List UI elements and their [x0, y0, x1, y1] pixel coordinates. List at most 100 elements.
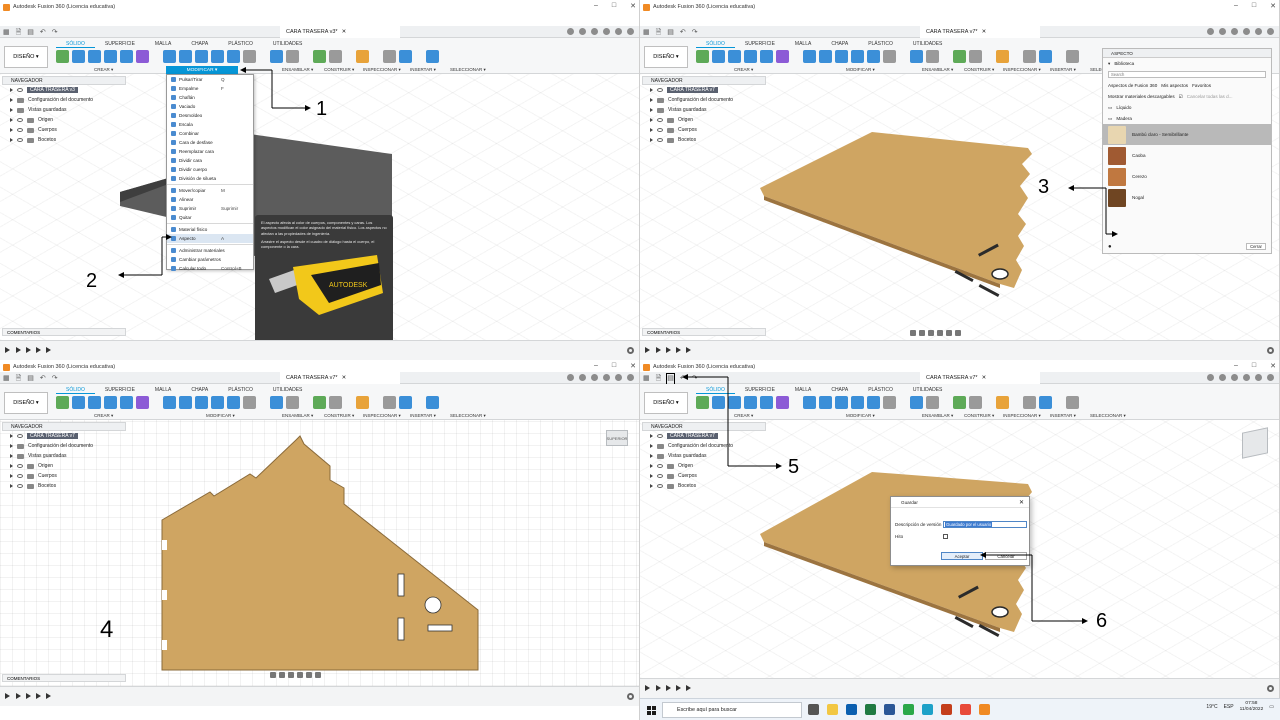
- user-avatar[interactable]: [1267, 28, 1274, 35]
- fit-icon[interactable]: [297, 672, 303, 678]
- info-icon[interactable]: ●: [1108, 244, 1112, 250]
- menu-item[interactable]: Escala: [167, 120, 253, 129]
- windows-start-icon[interactable]: [647, 706, 656, 715]
- plane-icon[interactable]: [329, 396, 342, 409]
- measure-icon[interactable]: [996, 396, 1009, 409]
- select-icon[interactable]: [426, 50, 439, 63]
- plane-icon[interactable]: [329, 50, 342, 63]
- file-explorer-icon[interactable]: [827, 704, 838, 715]
- new-sketch-icon[interactable]: [696, 396, 709, 409]
- nav-item-bodies[interactable]: Cuerpos: [642, 125, 766, 135]
- nav-item-views[interactable]: Vistas guardadas: [2, 105, 126, 115]
- job-status-icon[interactable]: [1231, 28, 1238, 35]
- timeline-next-icon[interactable]: [36, 693, 41, 699]
- group-construir[interactable]: CONSTRUIR ▾: [324, 67, 354, 73]
- online-icon[interactable]: [579, 374, 586, 381]
- online-icon[interactable]: [1219, 374, 1226, 381]
- job-status-icon[interactable]: [591, 374, 598, 381]
- tab-chapa[interactable]: CHAPA: [821, 41, 858, 48]
- menu-item[interactable]: Dividir cuerpo: [167, 165, 253, 174]
- fillet-icon[interactable]: [819, 396, 832, 409]
- timeline-prev-icon[interactable]: [16, 347, 21, 353]
- press-pull-icon[interactable]: [803, 396, 816, 409]
- material-item[interactable]: Caoba: [1103, 145, 1271, 166]
- menu-item[interactable]: Material físico: [167, 225, 253, 234]
- zoom-icon[interactable]: [928, 330, 934, 336]
- new-sketch-icon[interactable]: [696, 50, 709, 63]
- folder-wood[interactable]: ▭ Madera: [1103, 113, 1271, 124]
- as-built-joint-icon[interactable]: [926, 50, 939, 63]
- workspace-switcher[interactable]: DISEÑO ▾: [644, 392, 688, 414]
- menu-item[interactable]: Cara de desfase: [167, 138, 253, 147]
- orbit-icon[interactable]: [270, 672, 276, 678]
- add-tab-icon[interactable]: [567, 28, 574, 35]
- nav-item-config[interactable]: Configuración del documento: [642, 441, 766, 451]
- as-built-joint-icon[interactable]: [926, 396, 939, 409]
- extrude-icon[interactable]: [712, 396, 725, 409]
- notifications-icon[interactable]: [603, 374, 610, 381]
- joint-icon[interactable]: [270, 50, 283, 63]
- powerpoint-icon[interactable]: [941, 704, 952, 715]
- menu-item[interactable]: Chaflán: [167, 93, 253, 102]
- tab-utilidades[interactable]: UTILIDADES: [903, 41, 952, 48]
- notifications-icon[interactable]: [603, 28, 610, 35]
- insert-derive-icon[interactable]: [1023, 396, 1036, 409]
- timeline-start-icon[interactable]: [645, 347, 650, 353]
- timeline-end-icon[interactable]: [46, 693, 51, 699]
- timeline-next-icon[interactable]: [676, 685, 681, 691]
- display-icon[interactable]: [946, 330, 952, 336]
- tab-solido[interactable]: SÓLIDO: [56, 41, 95, 48]
- cancel-button[interactable]: Cancelar: [985, 552, 1027, 560]
- select-icon[interactable]: [1066, 396, 1079, 409]
- close-tab-icon[interactable]: ✕: [342, 375, 347, 381]
- menu-item[interactable]: Suprimir Suprimir: [167, 204, 253, 213]
- form-icon[interactable]: [776, 50, 789, 63]
- workspace-switcher[interactable]: DISEÑO ▾: [4, 46, 48, 68]
- aspect-search-input[interactable]: Search: [1108, 71, 1266, 78]
- tab-plastico[interactable]: PLÁSTICO: [858, 41, 903, 48]
- extrude-icon[interactable]: [72, 396, 85, 409]
- as-built-joint-icon[interactable]: [286, 50, 299, 63]
- insert-derive-icon[interactable]: [1023, 50, 1036, 63]
- minimize-button[interactable]: –: [1234, 362, 1238, 370]
- combine-icon[interactable]: [227, 50, 240, 63]
- move-icon[interactable]: [883, 396, 896, 409]
- group-modificar[interactable]: MODIFICAR ▾: [846, 67, 875, 73]
- plane-icon[interactable]: [969, 50, 982, 63]
- viewport[interactable]: NAVEGADOR CARA TRASERA v7 Configuración …: [0, 420, 639, 686]
- plane-icon[interactable]: [969, 396, 982, 409]
- menu-item[interactable]: Desmoldeo: [167, 111, 253, 120]
- nav-item-sketches[interactable]: Bocetos: [642, 135, 766, 145]
- minimize-button[interactable]: –: [1234, 2, 1238, 10]
- view-cube[interactable]: [1242, 427, 1268, 459]
- maximize-button[interactable]: □: [612, 362, 616, 370]
- timeline-play-icon[interactable]: [26, 347, 31, 353]
- fillet-icon[interactable]: [819, 50, 832, 63]
- tab-solido[interactable]: SÓLIDO: [696, 41, 735, 48]
- nav-item-origin[interactable]: Origen: [642, 115, 766, 125]
- move-icon[interactable]: [243, 396, 256, 409]
- tab-malla[interactable]: MALLA: [145, 387, 181, 394]
- minimize-button[interactable]: –: [594, 2, 598, 10]
- cancel-downloads-link[interactable]: Cancelar todas las d...: [1187, 94, 1233, 99]
- menu-item[interactable]: Vaciado: [167, 102, 253, 111]
- word-icon[interactable]: [884, 704, 895, 715]
- menu-item[interactable]: Dividir cara: [167, 156, 253, 165]
- timeline-settings-icon[interactable]: [1267, 347, 1274, 354]
- tab-malla[interactable]: MALLA: [145, 41, 181, 48]
- material-item[interactable]: Cerezo: [1103, 166, 1271, 187]
- tab-utilidades[interactable]: UTILIDADES: [263, 387, 312, 394]
- tab-utilidades[interactable]: UTILIDADES: [903, 387, 952, 394]
- nav-item-sketches[interactable]: Bocetos: [2, 135, 126, 145]
- hole-icon[interactable]: [744, 396, 757, 409]
- offset-plane-icon[interactable]: [953, 50, 966, 63]
- nav-item-config[interactable]: Configuración del documento: [642, 95, 766, 105]
- group-ensamblar[interactable]: ENSAMBLAR ▾: [922, 413, 953, 419]
- measure-icon[interactable]: [356, 50, 369, 63]
- group-crear[interactable]: CREAR ▾: [94, 413, 113, 419]
- menu-item[interactable]: Administrar materiales: [167, 246, 253, 255]
- press-pull-icon[interactable]: [803, 50, 816, 63]
- pan-icon[interactable]: [919, 330, 925, 336]
- version-description-input[interactable]: Guardado por el usuario: [943, 521, 1027, 528]
- job-status-icon[interactable]: [591, 28, 598, 35]
